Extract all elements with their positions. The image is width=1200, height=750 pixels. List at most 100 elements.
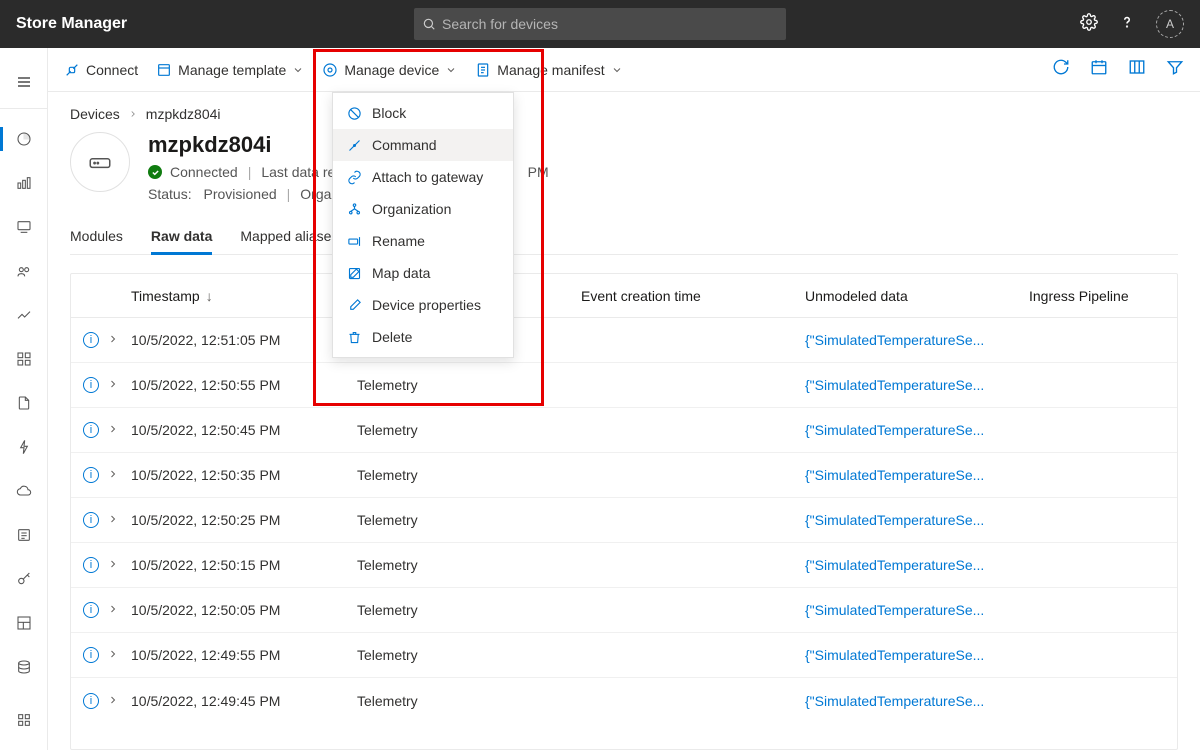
menu-organization[interactable]: Organization [333, 193, 513, 225]
command-bar: Connect Manage template Manage device Ma… [48, 48, 1200, 92]
info-icon[interactable]: i [83, 557, 99, 573]
manage-manifest-button[interactable]: Manage manifest [475, 62, 622, 78]
col-event-time[interactable]: Event creation time [581, 288, 805, 304]
tab-modules[interactable]: Modules [70, 220, 123, 254]
sidebar-item-apps[interactable] [0, 698, 48, 742]
tab-mapped-aliases[interactable]: Mapped aliases [240, 220, 338, 254]
content: Devices mzpkdz804i mzpkdz804i Connected … [48, 92, 1200, 750]
cell-timestamp: 10/5/2022, 12:50:15 PM [131, 557, 357, 573]
info-icon[interactable]: i [83, 467, 99, 483]
chevron-down-icon [611, 64, 623, 76]
sidebar [0, 48, 48, 750]
breadcrumb-root[interactable]: Devices [70, 106, 120, 122]
cell-unmodeled: {"SimulatedTemperatureSe... [805, 512, 1029, 528]
table-row[interactable]: i 10/5/2022, 12:50:45 PM Telemetry {"Sim… [71, 408, 1177, 453]
manifest-icon [475, 62, 491, 78]
expand-icon[interactable] [107, 693, 119, 709]
col-timestamp[interactable]: Timestamp↓ [131, 288, 357, 304]
expand-icon[interactable] [107, 557, 119, 573]
info-icon[interactable]: i [83, 422, 99, 438]
chevron-down-icon [292, 64, 304, 76]
info-icon[interactable]: i [83, 602, 99, 618]
sidebar-item-layout[interactable] [0, 601, 48, 645]
search-input[interactable]: Search for devices [414, 8, 786, 40]
col-unmodeled[interactable]: Unmodeled data [805, 288, 1029, 304]
sidebar-item-groups[interactable] [0, 249, 48, 293]
manage-device-button[interactable]: Manage device [322, 62, 457, 78]
sidebar-item-power[interactable] [0, 425, 48, 469]
table-row[interactable]: i 10/5/2022, 12:51:05 PM {"SimulatedTemp… [71, 318, 1177, 363]
expand-icon[interactable] [107, 602, 119, 618]
tab-raw-data[interactable]: Raw data [151, 220, 212, 254]
table-row[interactable]: i 10/5/2022, 12:49:55 PM Telemetry {"Sim… [71, 633, 1177, 678]
info-icon[interactable]: i [83, 512, 99, 528]
sidebar-item-trend[interactable] [0, 293, 48, 337]
menu-rename[interactable]: Rename [333, 225, 513, 257]
table-row[interactable]: i 10/5/2022, 12:50:35 PM Telemetry {"Sim… [71, 453, 1177, 498]
unmodeled-link[interactable]: {"SimulatedTemperatureSe... [805, 602, 984, 618]
sidebar-item-list[interactable] [0, 513, 48, 557]
table-row[interactable]: i 10/5/2022, 12:49:45 PM Telemetry {"Sim… [71, 678, 1177, 723]
expand-icon[interactable] [107, 512, 119, 528]
sidebar-item-cloud[interactable] [0, 469, 48, 513]
sidebar-item-devices[interactable] [0, 205, 48, 249]
sidebar-item-analytics[interactable] [0, 161, 48, 205]
cell-unmodeled: {"SimulatedTemperatureSe... [805, 332, 1029, 348]
expand-icon[interactable] [107, 422, 119, 438]
cell-unmodeled: {"SimulatedTemperatureSe... [805, 422, 1029, 438]
sidebar-separator [0, 108, 47, 109]
expand-icon[interactable] [107, 377, 119, 393]
refresh-icon[interactable] [1052, 58, 1070, 81]
unmodeled-link[interactable]: {"SimulatedTemperatureSe... [805, 332, 984, 348]
info-icon[interactable]: i [83, 693, 99, 709]
manage-device-label: Manage device [344, 62, 439, 78]
unmodeled-link[interactable]: {"SimulatedTemperatureSe... [805, 422, 984, 438]
unmodeled-link[interactable]: {"SimulatedTemperatureSe... [805, 557, 984, 573]
info-icon[interactable]: i [83, 647, 99, 663]
sidebar-item-data[interactable] [0, 645, 48, 689]
unmodeled-link[interactable]: {"SimulatedTemperatureSe... [805, 693, 984, 709]
info-icon[interactable]: i [83, 377, 99, 393]
menu-block[interactable]: Block [333, 97, 513, 129]
cell-message-type: Telemetry [357, 557, 581, 573]
columns-icon[interactable] [1128, 58, 1146, 81]
sidebar-item-document[interactable] [0, 381, 48, 425]
table-row[interactable]: i 10/5/2022, 12:50:25 PM Telemetry {"Sim… [71, 498, 1177, 543]
menu-map-data[interactable]: Map data [333, 257, 513, 289]
expand-icon[interactable] [107, 467, 119, 483]
expand-icon[interactable] [107, 332, 119, 348]
cell-timestamp: 10/5/2022, 12:49:45 PM [131, 693, 357, 709]
sidebar-item-key[interactable] [0, 557, 48, 601]
unmodeled-link[interactable]: {"SimulatedTemperatureSe... [805, 467, 984, 483]
sidebar-item-grid[interactable] [0, 337, 48, 381]
hamburger-icon[interactable] [0, 60, 47, 104]
row-controls: i [71, 647, 131, 663]
manage-template-button[interactable]: Manage template [156, 62, 304, 78]
menu-command[interactable]: Command [333, 129, 513, 161]
menu-attach[interactable]: Attach to gateway [333, 161, 513, 193]
help-icon[interactable] [1118, 13, 1136, 36]
cell-unmodeled: {"SimulatedTemperatureSe... [805, 602, 1029, 618]
table-row[interactable]: i 10/5/2022, 12:50:15 PM Telemetry {"Sim… [71, 543, 1177, 588]
connect-button[interactable]: Connect [64, 62, 138, 78]
unmodeled-link[interactable]: {"SimulatedTemperatureSe... [805, 512, 984, 528]
sidebar-item-dashboard[interactable] [0, 117, 48, 161]
search-placeholder: Search for devices [442, 16, 558, 32]
table-row[interactable]: i 10/5/2022, 12:50:05 PM Telemetry {"Sim… [71, 588, 1177, 633]
col-timestamp-label: Timestamp [131, 288, 200, 304]
row-controls: i [71, 602, 131, 618]
unmodeled-link[interactable]: {"SimulatedTemperatureSe... [805, 377, 984, 393]
menu-delete[interactable]: Delete [333, 321, 513, 353]
info-icon[interactable]: i [83, 332, 99, 348]
row-controls: i [71, 557, 131, 573]
expand-icon[interactable] [107, 647, 119, 663]
cell-timestamp: 10/5/2022, 12:50:35 PM [131, 467, 357, 483]
table-row[interactable]: i 10/5/2022, 12:50:55 PM Telemetry {"Sim… [71, 363, 1177, 408]
filter-icon[interactable] [1166, 58, 1184, 81]
unmodeled-link[interactable]: {"SimulatedTemperatureSe... [805, 647, 984, 663]
menu-properties[interactable]: Device properties [333, 289, 513, 321]
calendar-icon[interactable] [1090, 58, 1108, 81]
col-ingress[interactable]: Ingress Pipeline [1029, 288, 1177, 304]
avatar[interactable]: A [1156, 10, 1184, 38]
settings-icon[interactable] [1080, 13, 1098, 36]
